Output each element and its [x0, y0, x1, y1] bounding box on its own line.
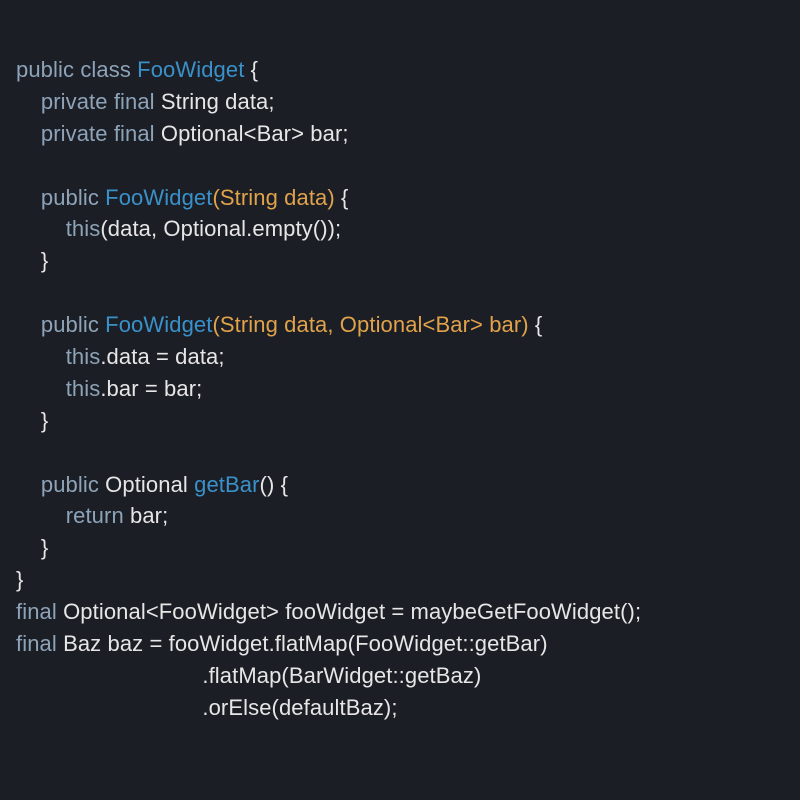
code-token: public — [41, 472, 99, 497]
code-token: public — [41, 185, 99, 210]
code-token: bar; — [124, 503, 169, 528]
code-token: return — [66, 503, 124, 528]
code-token: FooWidget — [105, 312, 212, 337]
code-token: getBar — [194, 472, 259, 497]
code-token: this — [66, 216, 101, 241]
code-token: this — [66, 376, 101, 401]
code-token: FooWidget — [105, 185, 212, 210]
code-token — [16, 503, 66, 528]
code-token — [16, 185, 41, 210]
code-token: class — [80, 57, 131, 82]
code-token — [16, 344, 66, 369]
code-token — [16, 89, 41, 114]
code-token — [16, 121, 41, 146]
code-token — [16, 312, 41, 337]
code-token: this — [66, 344, 101, 369]
code-token: .orElse(defaultBaz); — [16, 695, 398, 720]
code-token: .flatMap(BarWidget::getBaz) — [16, 663, 481, 688]
code-token: } — [16, 567, 23, 592]
code-token: public — [16, 57, 74, 82]
code-token: final — [16, 599, 57, 624]
code-token: public — [41, 312, 99, 337]
code-token: String data; — [155, 89, 275, 114]
code-token — [16, 472, 41, 497]
code-token: { — [335, 185, 349, 210]
code-token: Optional<Bar> bar; — [155, 121, 349, 146]
code-token: (String data) — [212, 185, 334, 210]
code-token: Baz baz = fooWidget.flatMap(FooWidget::g… — [57, 631, 548, 656]
code-token: Optional<FooWidget> fooWidget = maybeGet… — [57, 599, 641, 624]
code-token — [16, 376, 66, 401]
code-token: Optional — [99, 472, 194, 497]
code-token: } — [16, 408, 48, 433]
code-token: () { — [260, 472, 289, 497]
code-token: final — [114, 121, 155, 146]
code-token: private — [41, 89, 108, 114]
code-token: (String data, Optional<Bar> bar) — [212, 312, 528, 337]
code-token: (data, Optional.empty()); — [100, 216, 341, 241]
code-token: final — [114, 89, 155, 114]
code-block: public class FooWidget { private final S… — [0, 0, 800, 740]
code-token: .data = data; — [100, 344, 224, 369]
code-token: .bar = bar; — [100, 376, 202, 401]
code-token: private — [41, 121, 108, 146]
code-token — [16, 216, 66, 241]
code-token: } — [16, 535, 48, 560]
code-token: final — [16, 631, 57, 656]
code-token: { — [244, 57, 258, 82]
code-token: { — [529, 312, 543, 337]
code-token: FooWidget — [137, 57, 244, 82]
code-token: } — [16, 248, 48, 273]
